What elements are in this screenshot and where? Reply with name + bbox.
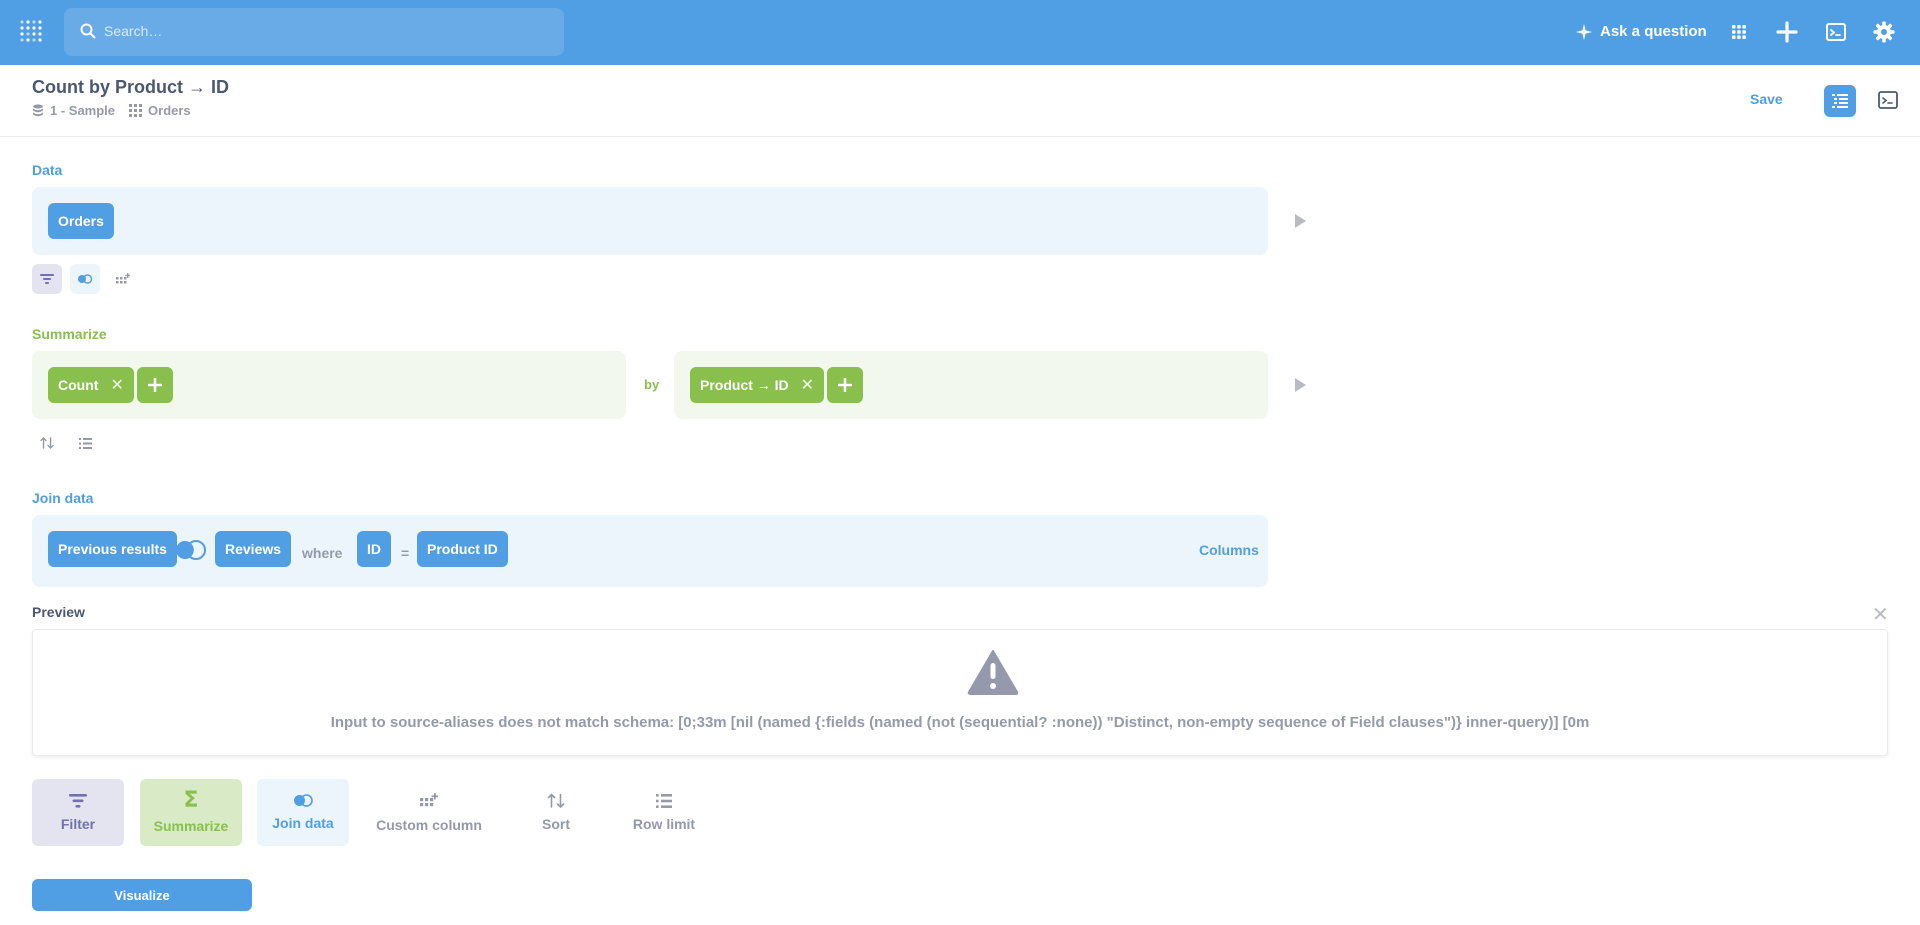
list-icon bbox=[656, 793, 672, 808]
join-action-button[interactable]: Join data bbox=[257, 779, 349, 846]
filter-action-button[interactable]: Filter bbox=[32, 779, 124, 846]
sql-editor-icon[interactable] bbox=[1824, 20, 1848, 44]
notebook-icon bbox=[1832, 94, 1848, 108]
database-icon bbox=[33, 104, 43, 117]
data-source-pill[interactable]: Orders bbox=[48, 203, 114, 239]
sort-icon bbox=[40, 437, 54, 449]
filter-icon bbox=[40, 274, 54, 284]
breakout-pill-product-id[interactable]: Product → ID ✕ bbox=[690, 367, 825, 403]
plus-icon bbox=[838, 378, 852, 392]
quick-row-limit-button[interactable] bbox=[70, 428, 100, 458]
plus-icon[interactable] bbox=[1775, 20, 1799, 44]
question-header: Count by Product → ID 1 - Sample Orders … bbox=[0, 65, 1920, 137]
metrics-box: Count ✕ bbox=[32, 351, 626, 419]
by-label: by bbox=[644, 377, 660, 392]
join-left-table-pill[interactable]: Previous results bbox=[48, 531, 177, 567]
where-label: where bbox=[302, 545, 343, 561]
preview-label: Preview bbox=[32, 604, 85, 620]
breakout-pill-label: Product → ID bbox=[700, 377, 789, 393]
visualize-button[interactable]: Visualize bbox=[32, 879, 252, 911]
breadcrumb-database[interactable]: 1 - Sample bbox=[32, 103, 115, 118]
search-input[interactable]: Search… bbox=[104, 23, 162, 39]
join-step-label: Join data bbox=[32, 490, 94, 506]
search-bar[interactable]: Search… bbox=[64, 8, 564, 56]
preview-panel: Input to source-aliases does not match s… bbox=[32, 629, 1888, 756]
join-step-box: Previous results Reviews where ID = Prod… bbox=[32, 515, 1268, 587]
join-right-column-pill[interactable]: Product ID bbox=[417, 531, 508, 567]
custom-column-action-button[interactable]: Custom column bbox=[365, 779, 493, 846]
sort-icon bbox=[547, 793, 565, 808]
summarize-action-label: Summarize bbox=[153, 817, 229, 834]
ask-question-button[interactable]: Ask a question bbox=[1576, 23, 1707, 40]
ask-question-label: Ask a question bbox=[1600, 23, 1707, 40]
custom-column-icon bbox=[116, 272, 130, 283]
remove-metric-icon[interactable]: ✕ bbox=[110, 375, 123, 395]
quick-sort-button[interactable] bbox=[32, 428, 62, 458]
sort-action-label: Sort bbox=[542, 816, 570, 832]
sparkle-icon bbox=[1576, 23, 1592, 40]
breadcrumb-table-label: Orders bbox=[148, 103, 191, 118]
search-icon bbox=[80, 23, 96, 39]
top-navigation-bar: Search… Ask a question bbox=[0, 0, 1920, 65]
summarize-step-label: Summarize bbox=[32, 326, 107, 342]
notebook-editor-toggle[interactable] bbox=[1824, 85, 1856, 117]
close-preview-icon[interactable]: ✕ bbox=[1872, 602, 1889, 627]
join-right-table-pill[interactable]: Reviews bbox=[215, 531, 292, 567]
quick-join-button[interactable] bbox=[70, 264, 100, 294]
row-limit-action-button[interactable]: Row limit bbox=[620, 779, 708, 846]
table-grid-icon bbox=[129, 104, 143, 117]
row-limit-action-label: Row limit bbox=[632, 815, 696, 832]
quick-custom-column-button[interactable] bbox=[108, 264, 138, 294]
gear-icon[interactable] bbox=[1872, 20, 1896, 44]
filter-icon bbox=[69, 793, 87, 808]
sigma-icon: Σ bbox=[183, 787, 199, 813]
quick-filter-button[interactable] bbox=[32, 264, 62, 294]
metric-pill-count[interactable]: Count ✕ bbox=[48, 367, 134, 403]
join-icon bbox=[78, 274, 93, 284]
add-breakout-button[interactable] bbox=[827, 367, 863, 403]
breadcrumb-database-label: 1 - Sample bbox=[50, 103, 116, 118]
preview-summarize-step-icon[interactable] bbox=[1295, 378, 1306, 392]
warning-icon bbox=[967, 650, 1019, 695]
summarize-action-button[interactable]: Σ Summarize bbox=[140, 779, 242, 846]
metabase-logo-icon[interactable] bbox=[18, 18, 46, 46]
preview-error-message: Input to source-aliases does not match s… bbox=[330, 714, 1590, 731]
breadcrumb-table[interactable]: Orders bbox=[129, 103, 191, 118]
join-columns-button[interactable]: Columns bbox=[1199, 542, 1259, 558]
question-title[interactable]: Count by Product → ID bbox=[32, 77, 229, 98]
list-icon bbox=[78, 437, 92, 449]
metric-pill-label: Count bbox=[58, 377, 99, 393]
grid-icon[interactable] bbox=[1727, 20, 1751, 44]
join-left-column-pill[interactable]: ID bbox=[357, 531, 391, 567]
breakouts-box: Product → ID ✕ bbox=[674, 351, 1268, 419]
breadcrumb: 1 - Sample Orders bbox=[32, 103, 205, 118]
filter-action-label: Filter bbox=[60, 815, 96, 832]
data-step-box: Orders bbox=[32, 187, 1268, 255]
data-step-label: Data bbox=[32, 162, 63, 178]
join-action-label: Join data bbox=[272, 815, 334, 831]
view-sql-icon[interactable] bbox=[1877, 89, 1899, 111]
add-metric-button[interactable] bbox=[137, 367, 173, 403]
custom-column-action-label: Custom column bbox=[376, 816, 482, 833]
remove-breakout-icon[interactable]: ✕ bbox=[801, 375, 814, 395]
equals-operator[interactable]: = bbox=[401, 545, 409, 561]
join-icon bbox=[294, 794, 313, 807]
save-button[interactable]: Save bbox=[1750, 91, 1783, 107]
join-type-icon[interactable] bbox=[174, 540, 208, 560]
plus-icon bbox=[148, 378, 162, 392]
sort-action-button[interactable]: Sort bbox=[522, 779, 590, 846]
custom-column-icon bbox=[420, 792, 438, 806]
preview-data-step-icon[interactable] bbox=[1295, 214, 1306, 228]
